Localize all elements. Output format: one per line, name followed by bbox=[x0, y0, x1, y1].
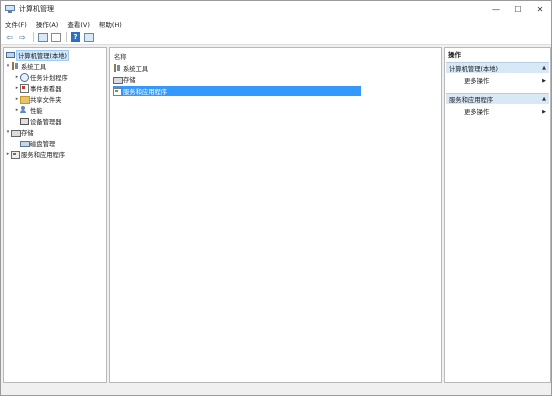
performance-icon bbox=[20, 106, 28, 114]
window-title: 计算机管理 bbox=[19, 5, 54, 13]
actions-section-computer-management[interactable]: 计算机管理(本地) ▲ bbox=[446, 62, 549, 73]
storage-icon bbox=[113, 75, 123, 84]
tree-item-performance[interactable]: ▸ 性能 bbox=[14, 105, 43, 115]
tree-item-services-and-applications[interactable]: ▸ 服务和应用程序 bbox=[5, 149, 65, 159]
properties-button[interactable] bbox=[50, 32, 61, 43]
menu-view[interactable]: 查看(V) bbox=[67, 19, 90, 29]
console-tree-pane: 计算机管理(本地) ▾ 系统工具 ▸ 任务计划程序 ▸ 事件查看器 ▸ 共享文件… bbox=[3, 47, 107, 383]
list-item-label: 存储 bbox=[123, 76, 136, 84]
computer-management-window: 计算机管理 — ☐ ✕ 文件(F) 操作(A) 查看(V) 帮助(H) ⇦ ⇨ … bbox=[0, 0, 552, 396]
show-hide-action-pane-button[interactable] bbox=[83, 32, 94, 43]
maximize-button[interactable]: ☐ bbox=[507, 1, 529, 17]
show-hide-console-tree-button[interactable] bbox=[37, 32, 48, 43]
tree-item-storage[interactable]: ▾ 存储 bbox=[5, 127, 34, 137]
tools-icon bbox=[113, 64, 121, 72]
more-actions-computer-management[interactable]: 更多操作 ▶ bbox=[446, 75, 549, 86]
disk-icon bbox=[20, 139, 30, 147]
list-item-label: 系统工具 bbox=[123, 65, 149, 73]
tree-item-system-tools[interactable]: ▾ 系统工具 bbox=[5, 61, 46, 71]
toolbar-separator bbox=[33, 32, 34, 42]
list-item-storage[interactable]: 存储 bbox=[113, 74, 136, 84]
list-item-label: 服务和应用程序 bbox=[123, 88, 168, 96]
tree-item-label: 任务计划程序 bbox=[30, 74, 68, 82]
tree-item-shared-folders[interactable]: ▸ 共享文件夹 bbox=[14, 94, 61, 104]
section-label: 计算机管理(本地) bbox=[449, 65, 498, 73]
tree-item-label: 事件查看器 bbox=[30, 85, 62, 93]
collapse-section-icon[interactable]: ▲ bbox=[542, 96, 546, 102]
shared-folder-icon bbox=[20, 95, 30, 104]
forward-arrow-icon: ⇨ bbox=[19, 32, 26, 42]
forward-button[interactable]: ⇨ bbox=[17, 32, 28, 43]
column-header-name[interactable]: 名称 bbox=[114, 52, 127, 61]
clock-icon bbox=[20, 73, 29, 82]
menu-file[interactable]: 文件(F) bbox=[5, 19, 27, 29]
back-arrow-icon: ⇦ bbox=[6, 32, 13, 42]
tree-item-label: 共享文件夹 bbox=[30, 96, 62, 104]
tree-item-label: 设备管理器 bbox=[30, 118, 62, 126]
list-item-services-and-applications[interactable]: 服务和应用程序 bbox=[113, 86, 361, 96]
device-manager-icon bbox=[20, 117, 29, 125]
back-button[interactable]: ⇦ bbox=[4, 32, 15, 43]
event-viewer-icon bbox=[20, 84, 29, 93]
tools-icon bbox=[11, 62, 19, 70]
help-button[interactable]: ? bbox=[70, 32, 81, 43]
tree-item-disk-management[interactable]: 磁盘管理 bbox=[20, 138, 55, 148]
actions-pane-title: 操作 bbox=[445, 48, 550, 60]
menu-help[interactable]: 帮助(H) bbox=[99, 19, 122, 29]
title-bar: 计算机管理 — ☐ ✕ bbox=[1, 1, 551, 17]
menu-bar: 文件(F) 操作(A) 查看(V) 帮助(H) bbox=[1, 17, 551, 30]
action-label: 更多操作 bbox=[464, 78, 490, 85]
tree-item-label: 服务和应用程序 bbox=[21, 151, 66, 159]
tree-item-task-scheduler[interactable]: ▸ 任务计划程序 bbox=[14, 72, 68, 82]
tree-item-device-manager[interactable]: 设备管理器 bbox=[20, 116, 61, 126]
tree-item-event-viewer[interactable]: ▸ 事件查看器 bbox=[14, 83, 61, 93]
tree-item-computer-management-local[interactable]: 计算机管理(本地) bbox=[6, 49, 69, 61]
list-item-system-tools[interactable]: 系统工具 bbox=[113, 63, 148, 73]
storage-icon bbox=[11, 128, 21, 137]
console-tree-icon bbox=[37, 32, 48, 42]
toolbar: ⇦ ⇨ ? bbox=[1, 30, 551, 45]
window-controls: — ☐ ✕ bbox=[485, 1, 551, 17]
submenu-arrow-icon: ▶ bbox=[542, 108, 546, 115]
action-label: 更多操作 bbox=[464, 109, 490, 116]
menu-action[interactable]: 操作(A) bbox=[36, 19, 59, 29]
tree-item-label: 存储 bbox=[21, 129, 34, 137]
services-icon bbox=[11, 150, 20, 159]
action-pane-icon bbox=[83, 32, 94, 42]
more-actions-services-and-applications[interactable]: 更多操作 ▶ bbox=[446, 106, 549, 117]
tree-item-label: 系统工具 bbox=[21, 63, 47, 71]
properties-icon bbox=[50, 32, 61, 42]
services-icon bbox=[113, 87, 122, 96]
toolbar-separator bbox=[66, 32, 67, 42]
actions-section-services-and-applications[interactable]: 服务和应用程序 ▲ bbox=[446, 93, 549, 104]
section-label: 服务和应用程序 bbox=[449, 96, 494, 104]
computer-management-icon bbox=[5, 4, 15, 14]
actions-pane: 操作 计算机管理(本地) ▲ 更多操作 ▶ 服务和应用程序 ▲ 更多操作 ▶ bbox=[444, 47, 551, 383]
minimize-button[interactable]: — bbox=[485, 1, 507, 17]
results-pane: 名称 系统工具 存储 服务和应用程序 bbox=[109, 47, 442, 383]
help-icon: ? bbox=[71, 32, 80, 42]
close-button[interactable]: ✕ bbox=[529, 1, 551, 17]
tree-item-label: 计算机管理(本地) bbox=[16, 49, 69, 61]
collapse-section-icon[interactable]: ▲ bbox=[542, 65, 546, 71]
submenu-arrow-icon: ▶ bbox=[542, 77, 546, 84]
computer-icon bbox=[6, 51, 15, 59]
tree-item-label: 性能 bbox=[30, 107, 43, 115]
tree-item-label: 磁盘管理 bbox=[30, 140, 56, 148]
status-bar bbox=[1, 384, 551, 395]
